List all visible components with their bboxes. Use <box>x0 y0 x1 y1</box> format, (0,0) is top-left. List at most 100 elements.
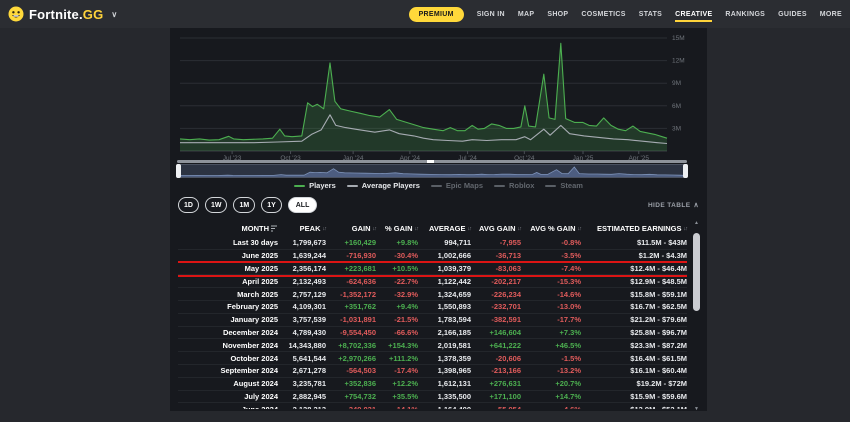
nav-item-map[interactable]: MAP <box>518 4 534 24</box>
navigator-right-handle[interactable] <box>683 164 688 178</box>
cell-avg_pct: -0.8% <box>521 238 581 247</box>
series-line-players <box>180 43 667 140</box>
scroll-down-arrow-icon[interactable]: ▼ <box>691 406 702 412</box>
table-row-december-2024[interactable]: December 20244,789,430-9,554,450-66.6%2,… <box>178 327 687 340</box>
column-header-avg-gain[interactable]: AVG % GAIN↓↑ <box>521 224 581 233</box>
table-row-april-2025[interactable]: April 20252,132,493-624,636-22.7%1,122,4… <box>178 275 687 288</box>
cell-avg: 1,335,500 <box>418 392 471 401</box>
cell-earnings: $16.7M - $62.5M <box>581 302 687 311</box>
chart-svg: 15M12M9M6M3MJul '23Oct '23Jan '24Apr '24… <box>170 30 707 161</box>
column-label: ESTIMATED EARNINGS <box>597 224 681 233</box>
legend-item-players[interactable]: Players <box>294 181 336 190</box>
cell-month: October 2024 <box>178 354 278 363</box>
scrollbar-thumb[interactable] <box>693 233 700 311</box>
nav-item-guides[interactable]: GUIDES <box>778 4 807 24</box>
column-label: AVG % GAIN <box>530 224 575 233</box>
cell-avg: 1,783,594 <box>418 315 471 324</box>
cell-peak: 3,757,539 <box>278 315 326 324</box>
cell-pct: -21.5% <box>376 315 418 324</box>
cell-month: September 2024 <box>178 366 278 375</box>
cell-gain: +351,762 <box>326 302 376 311</box>
cell-earnings: $15.9M - $59.6M <box>581 392 687 401</box>
table-row-january-2025[interactable]: January 20253,757,539-1,031,891-21.5%1,7… <box>178 314 687 327</box>
nav-item-shop[interactable]: SHOP <box>547 4 568 24</box>
cell-peak: 2,671,278 <box>278 366 326 375</box>
cell-avg: 1,324,659 <box>418 290 471 299</box>
player-count-chart[interactable]: 15M12M9M6M3MJul '23Oct '23Jan '24Apr '24… <box>170 30 707 161</box>
table-header-row: MONTHPEAK↓↑GAIN↓↑% GAIN↓↑AVERAGE↓↑AVG GA… <box>178 221 687 236</box>
site-logo[interactable]: Fortnite.GG ∨ <box>8 6 117 22</box>
column-header-month[interactable]: MONTH <box>178 224 278 233</box>
range-button-all[interactable]: ALL <box>288 197 318 213</box>
cell-gain: +8,702,336 <box>326 341 376 350</box>
nav-item-more[interactable]: MORE <box>820 4 842 24</box>
scrollbar-grip[interactable] <box>427 160 434 163</box>
chart-horizontal-scrollbar[interactable] <box>177 160 687 163</box>
nav-item-rankings[interactable]: RANKINGS <box>725 4 765 24</box>
nav-items: SIGN IN MAP SHOP COSMETICS STATS CREATIVE RANK… <box>477 4 842 24</box>
cell-pct: +12.2% <box>376 379 418 388</box>
scroll-up-arrow-icon[interactable]: ▲ <box>691 220 702 226</box>
cell-avg_gain: -202,217 <box>471 277 521 286</box>
navigator-left-handle[interactable] <box>176 164 181 178</box>
legend-item-roblox[interactable]: Roblox <box>494 181 534 190</box>
cell-avg_pct: -1.5% <box>521 354 581 363</box>
cell-earnings: $13.9M - $52.1M <box>581 405 687 409</box>
cell-pct: +9.4% <box>376 302 418 311</box>
range-button-1w[interactable]: 1W <box>205 197 228 213</box>
cell-avg_gain: +146,604 <box>471 328 521 337</box>
legend-dash-icon <box>294 185 305 187</box>
chevron-up-icon: ∧ <box>693 201 699 209</box>
range-button-1y[interactable]: 1Y <box>261 197 282 213</box>
table-row-august-2024[interactable]: August 20243,235,781+352,836+12.2%1,612,… <box>178 378 687 391</box>
cell-pct: +154.3% <box>376 341 418 350</box>
table-row-june-2025[interactable]: June 20251,639,244-716,930-30.4%1,002,66… <box>178 250 687 263</box>
cell-peak: 3,235,781 <box>278 379 326 388</box>
cell-earnings: $16.4M - $61.5M <box>581 354 687 363</box>
cell-avg_gain: -232,701 <box>471 302 521 311</box>
players-area-fill <box>180 43 667 151</box>
table-row-last-30-days[interactable]: Last 30 days1,799,673+160,429+9.8%994,71… <box>178 237 687 250</box>
cell-gain: -564,503 <box>326 366 376 375</box>
table-row-february-2025[interactable]: February 20254,109,301+351,762+9.4%1,550… <box>178 301 687 314</box>
column-label: % GAIN <box>385 224 413 233</box>
cell-avg_pct: +7.3% <box>521 328 581 337</box>
column-header-avg-gain[interactable]: AVG GAIN↓↑ <box>471 224 521 233</box>
column-header-average[interactable]: AVERAGE↓↑ <box>418 224 471 233</box>
cell-peak: 2,132,493 <box>278 277 326 286</box>
cell-avg_gain: +276,631 <box>471 379 521 388</box>
column-header-peak[interactable]: PEAK↓↑ <box>278 224 326 233</box>
hide-table-toggle[interactable]: HIDE TABLE ∧ <box>648 201 699 209</box>
table-row-september-2024[interactable]: September 20242,671,278-564,503-17.4%1,3… <box>178 365 687 378</box>
table-vertical-scrollbar[interactable]: ▲ ▼ <box>691 220 702 412</box>
table-row-march-2025[interactable]: March 20252,757,129-1,352,172-32.9%1,324… <box>178 288 687 301</box>
legend-item-average-players[interactable]: Average Players <box>347 181 420 190</box>
column-header-gain[interactable]: % GAIN↓↑ <box>376 224 418 233</box>
nav-item-stats[interactable]: STATS <box>639 4 662 24</box>
nav-item-cosmetics[interactable]: COSMETICS <box>581 4 625 24</box>
column-header-estimated-earnings[interactable]: ESTIMATED EARNINGS↓↑ <box>581 224 687 233</box>
table-row-june-2024[interactable]: June 20242,128,213-349,031-14.1%1,164,40… <box>178 403 687 409</box>
cell-peak: 2,757,129 <box>278 290 326 299</box>
range-button-1d[interactable]: 1D <box>178 197 199 213</box>
column-label: GAIN <box>352 224 371 233</box>
cell-gain: +223,681 <box>326 264 376 273</box>
cell-gain: -349,031 <box>326 405 376 409</box>
legend-item-epic-maps[interactable]: Epic Maps <box>431 181 483 190</box>
range-button-1m[interactable]: 1M <box>233 197 255 213</box>
premium-button[interactable]: PREMIUM <box>409 7 464 22</box>
logo-text: Fortnite.GG <box>29 7 103 22</box>
table-row-october-2024[interactable]: October 20245,641,544+2,970,266+111.2%1,… <box>178 352 687 365</box>
cell-peak: 2,356,174 <box>278 264 326 273</box>
column-header-gain[interactable]: GAIN↓↑ <box>326 224 376 233</box>
nav-item-sign-in[interactable]: SIGN IN <box>477 4 505 24</box>
cell-month: February 2025 <box>178 302 278 311</box>
legend-item-steam[interactable]: Steam <box>545 181 583 190</box>
table-row-july-2024[interactable]: July 20242,882,945+754,732+35.5%1,335,50… <box>178 391 687 404</box>
table-row-may-2025[interactable]: May 20252,356,174+223,681+10.5%1,039,379… <box>178 263 687 276</box>
nav-item-creative[interactable]: CREATIVE <box>675 4 712 24</box>
cell-month: January 2025 <box>178 315 278 324</box>
cell-avg_pct: +14.7% <box>521 392 581 401</box>
table-row-november-2024[interactable]: November 202414,343,880+8,702,336+154.3%… <box>178 339 687 352</box>
chart-range-navigator[interactable] <box>177 164 687 178</box>
